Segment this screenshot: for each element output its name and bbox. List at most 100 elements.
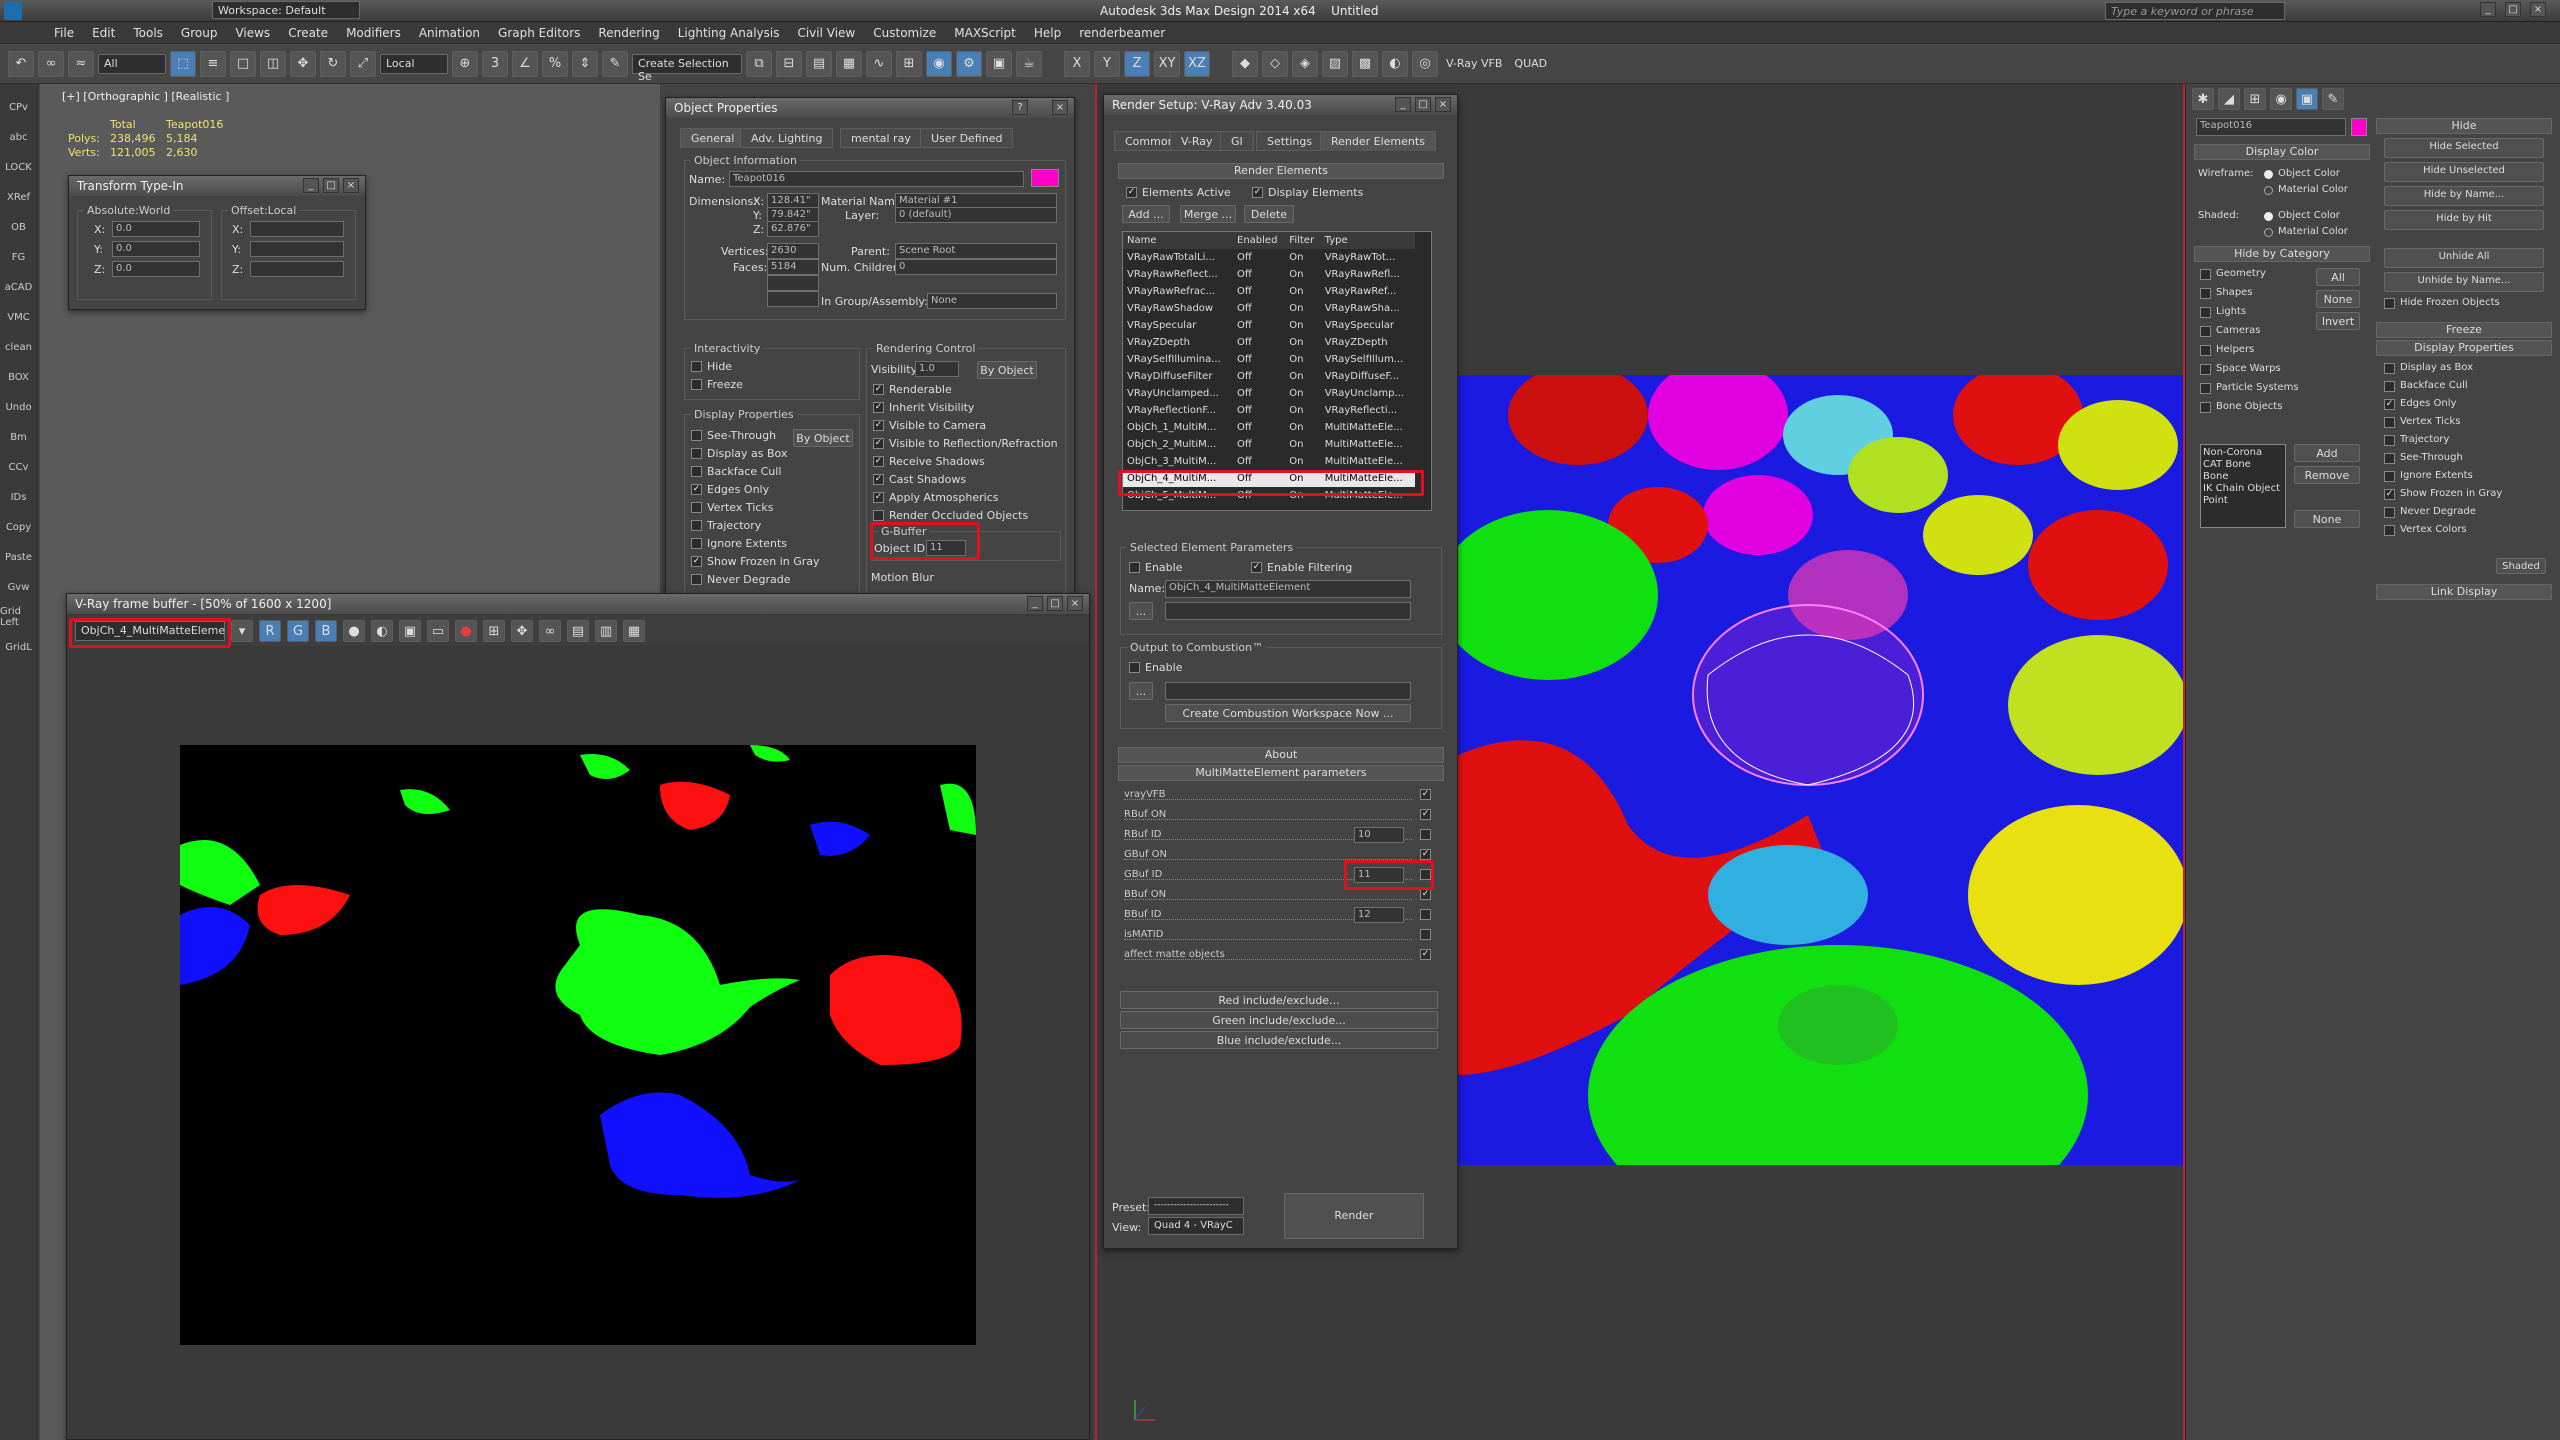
- script-button-17[interactable]: Grid Left: [0, 602, 37, 632]
- list-item[interactable]: IK Chain Object: [2203, 483, 2283, 495]
- category-checkbox[interactable]: [2200, 402, 2211, 413]
- script-button-14[interactable]: Copy: [0, 512, 37, 542]
- tab-mental-ray[interactable]: mental ray: [840, 128, 922, 148]
- maximize-icon[interactable]: □: [323, 178, 339, 193]
- visibility-field[interactable]: 1.0: [915, 361, 959, 377]
- menu-item-animation[interactable]: Animation: [410, 22, 489, 44]
- angle-snap-icon[interactable]: ∠: [512, 50, 538, 77]
- wire-object-color-radio[interactable]: [2264, 170, 2273, 179]
- display-prop-checkbox[interactable]: [2384, 507, 2395, 518]
- curve-editor-icon[interactable]: ∿: [866, 50, 892, 77]
- list-item[interactable]: CAT Bone: [2203, 459, 2283, 471]
- category-checkbox[interactable]: [2200, 345, 2211, 356]
- help-search-input[interactable]: Type a keyword or phrase: [2105, 2, 2285, 20]
- snap-icon[interactable]: 3: [482, 50, 508, 77]
- axis-x-button[interactable]: X: [1064, 50, 1090, 77]
- inherit-visibility-checkbox[interactable]: ✓: [873, 402, 884, 413]
- tab-general[interactable]: General: [680, 128, 746, 148]
- hide-button-0[interactable]: Hide Selected: [2384, 138, 2544, 158]
- help-icon[interactable]: ?: [1012, 100, 1028, 115]
- display-prop-checkbox[interactable]: [2384, 453, 2395, 464]
- hide-button-5[interactable]: Unhide by Name...: [2384, 272, 2544, 292]
- vray-icon-2[interactable]: ◇: [1262, 50, 1288, 77]
- viewport-label[interactable]: [+] [Orthographic ] [Realistic ]: [62, 90, 229, 103]
- vray-icon-1[interactable]: ◆: [1232, 50, 1258, 77]
- about-rollout[interactable]: About: [1118, 747, 1444, 763]
- motion-tab-icon[interactable]: ◉: [2270, 88, 2292, 110]
- table-row[interactable]: ObjCh_3_MultiM... Off On MultiMatteEle...: [1123, 453, 1415, 470]
- combustion-path-field[interactable]: [1165, 682, 1411, 700]
- axis-xy-button[interactable]: XY: [1154, 50, 1180, 77]
- hide-button-1[interactable]: Hide Unselected: [2384, 162, 2544, 182]
- vfb-title[interactable]: V-Ray frame buffer - [50% of 1600 x 1200…: [67, 594, 1089, 614]
- vray-icon-4[interactable]: ▨: [1322, 50, 1348, 77]
- vray-icon-7[interactable]: ◎: [1412, 50, 1438, 77]
- move-icon[interactable]: ✥: [290, 50, 316, 77]
- param-checkbox[interactable]: [1420, 929, 1431, 940]
- table-row[interactable]: VRayZDepth Off On VRayZDepth: [1123, 334, 1415, 351]
- wire-material-color-radio[interactable]: [2264, 186, 2273, 195]
- freeze-checkbox[interactable]: [691, 379, 702, 390]
- red-channel-icon[interactable]: R: [259, 620, 281, 642]
- script-button-3[interactable]: XRef: [0, 182, 37, 212]
- menu-item-edit[interactable]: Edit: [83, 22, 124, 44]
- render-elements-rollout[interactable]: Render Elements: [1118, 163, 1444, 179]
- link-icon[interactable]: ∞: [38, 50, 64, 77]
- category-checkbox[interactable]: [2200, 364, 2211, 375]
- display-properties-rollout[interactable]: Display Properties: [2376, 340, 2552, 356]
- open-icon[interactable]: ▭: [427, 620, 449, 642]
- display-color-rollout[interactable]: Display Color: [2194, 144, 2370, 160]
- category-filter-list[interactable]: Non-Corona CAT Bone Bone IK Chain Object Poi…: [2200, 444, 2286, 528]
- enable-filtering-checkbox[interactable]: ✓: [1251, 562, 1262, 573]
- axis-y-button[interactable]: Y: [1094, 50, 1120, 77]
- close-icon[interactable]: ×: [2530, 2, 2546, 17]
- maximize-icon[interactable]: □: [1047, 596, 1063, 611]
- menu-item-customize[interactable]: Customize: [864, 22, 945, 44]
- tab-adv-lighting[interactable]: Adv. Lighting: [740, 128, 834, 148]
- vertex-ticks-checkbox[interactable]: [691, 502, 702, 513]
- spinner-snap-icon[interactable]: ⇕: [572, 50, 598, 77]
- script-button-2[interactable]: LOCK: [0, 152, 37, 182]
- script-button-15[interactable]: Paste: [0, 542, 37, 572]
- off-z-field[interactable]: [250, 261, 344, 277]
- menu-item-renderbeamer[interactable]: renderbeamer: [1070, 22, 1174, 44]
- edges-only-checkbox[interactable]: ✓: [691, 484, 702, 495]
- table-row[interactable]: VRayReflectionF... Off On VRayReflecti...: [1123, 402, 1415, 419]
- tab-user-defined[interactable]: User Defined: [920, 128, 1014, 148]
- param-checkbox[interactable]: ✓: [1420, 949, 1431, 960]
- green-channel-icon[interactable]: G: [287, 620, 309, 642]
- table-row[interactable]: VRayRawShadow Off On VRayRawSha...: [1123, 300, 1415, 317]
- list-none-button[interactable]: None: [2294, 510, 2360, 528]
- off-y-field[interactable]: [250, 241, 344, 257]
- material-editor-icon[interactable]: ◉: [926, 50, 952, 77]
- category-none-button[interactable]: None: [2316, 290, 2360, 308]
- cast-shadows-checkbox[interactable]: ✓: [873, 474, 884, 485]
- render-setup-title[interactable]: Render Setup: V-Ray Adv 3.40.03 _ □ ×: [1104, 95, 1457, 115]
- select-object-icon[interactable]: ⬚: [170, 50, 196, 77]
- script-button-7[interactable]: VMC: [0, 302, 37, 332]
- menu-item-graph-editors[interactable]: Graph Editors: [489, 22, 589, 44]
- align-icon[interactable]: ⊟: [776, 50, 802, 77]
- add-element-button[interactable]: Add ...: [1122, 205, 1170, 223]
- rotate-icon[interactable]: ↻: [320, 50, 346, 77]
- vray-vfb-label[interactable]: V-Ray VFB: [1446, 57, 1502, 70]
- app-logo-icon[interactable]: [4, 2, 22, 20]
- object-name-field[interactable]: Teapot016: [729, 171, 1024, 187]
- pivot-icon[interactable]: ⊕: [452, 50, 478, 77]
- list-remove-button[interactable]: Remove: [2294, 466, 2360, 484]
- apply-atmos-checkbox[interactable]: ✓: [873, 492, 884, 503]
- close-icon[interactable]: ×: [1052, 100, 1068, 115]
- table-row[interactable]: ObjCh_2_MultiM... Off On MultiMatteEle...: [1123, 436, 1415, 453]
- rendered-frame-icon[interactable]: ▣: [986, 50, 1012, 77]
- minimize-icon[interactable]: _: [1027, 596, 1043, 611]
- list-item[interactable]: Non-Corona: [2203, 447, 2283, 459]
- menu-item-civil-view[interactable]: Civil View: [788, 22, 864, 44]
- workspace-select[interactable]: Workspace: Default: [212, 1, 360, 19]
- graphite-icon[interactable]: ▦: [836, 50, 862, 77]
- region-render-icon[interactable]: ⊞: [483, 620, 505, 642]
- axis-xz-button[interactable]: XZ: [1184, 50, 1210, 77]
- menu-item-rendering[interactable]: Rendering: [589, 22, 668, 44]
- display-prop-checkbox[interactable]: [2384, 417, 2395, 428]
- script-button-5[interactable]: FG: [0, 242, 37, 272]
- schematic-icon[interactable]: ⊞: [896, 50, 922, 77]
